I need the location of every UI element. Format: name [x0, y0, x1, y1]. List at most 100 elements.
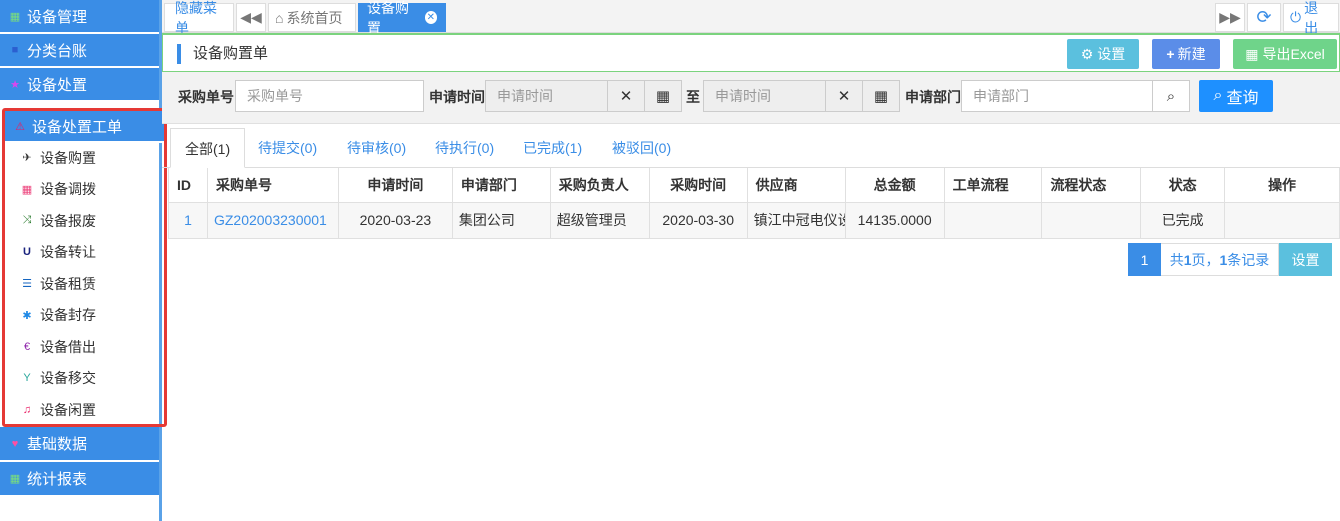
calendar-icon: ▦	[873, 88, 889, 105]
col-purchase-time[interactable]: 采购时间	[648, 168, 748, 203]
sidebar-subitem-label: 设备转让	[40, 244, 96, 261]
summary-mid: 页，	[1191, 251, 1220, 268]
tab-active-label: 设备购置	[367, 0, 409, 36]
tab-home-label: 系统首页	[286, 9, 343, 26]
col-id[interactable]: ID	[168, 168, 208, 203]
export-excel-button[interactable]: ▦ 导出Excel	[1233, 39, 1337, 69]
scroll-right-button[interactable]: ▶▶	[1215, 3, 1245, 32]
summary-suffix: 条记录	[1227, 251, 1270, 268]
sidebar-subitem-idle[interactable]: ♫ 设备闲置	[5, 394, 157, 426]
query-button[interactable]: ⌕ 查询	[1199, 80, 1273, 112]
gear-icon: ⚙	[1080, 45, 1094, 62]
col-flow-status[interactable]: 流程状态	[1041, 168, 1142, 203]
sidebar-subitem-label: 设备租赁	[40, 275, 96, 292]
hide-menu-label: 隐藏菜单	[175, 0, 217, 36]
page-summary: 共 1 页， 1 条记录	[1161, 243, 1279, 276]
sidebar-subitem-label: 设备购置	[40, 149, 96, 166]
col-supplier[interactable]: 供应商	[746, 168, 846, 203]
scroll-left-button[interactable]: ◀◀	[236, 3, 266, 32]
col-status[interactable]: 状态	[1140, 168, 1226, 203]
sidebar-item-stat-report[interactable]: ▦ 统计报表	[0, 462, 159, 497]
tab-pending-submit[interactable]: 待提交(0)	[258, 128, 317, 168]
hide-menu-button[interactable]: 隐藏菜单	[164, 0, 234, 36]
col-amount[interactable]: 总金额	[844, 168, 945, 203]
settings-button[interactable]: ⚙ 设置	[1067, 39, 1139, 69]
table-row[interactable]: 1 GZ202003230001 2020-03-23 集团公司 超级管理员 2…	[168, 201, 1340, 239]
summary-prefix: 共	[1169, 251, 1184, 268]
tab-pending-review[interactable]: 待审核(0)	[347, 128, 406, 168]
sidebar-item-label: 基础数据	[27, 436, 88, 453]
sidebar-item-disposal-workorder[interactable]: ⚠ 设备处置工单	[5, 111, 164, 143]
date-from-input[interactable]: 申请时间	[485, 80, 608, 112]
tab-pending-execute[interactable]: 待执行(0)	[435, 128, 494, 168]
tab-rejected[interactable]: 被驳回(0)	[612, 128, 671, 168]
col-order-no[interactable]: 采购单号	[206, 168, 339, 203]
grid-icon: ▦	[9, 473, 21, 485]
sidebar-item-label: 设备管理	[27, 8, 88, 26]
sidebar-item-device-management[interactable]: ▦ 设备管理	[0, 0, 159, 34]
sidebar-subitem-label: 设备借出	[40, 338, 96, 355]
double-chevron-left-icon: ◀◀	[240, 9, 262, 25]
sidebar-subitem-label: 设备移交	[40, 370, 96, 387]
music-icon: ♫	[22, 403, 32, 416]
list-icon: ☰	[22, 278, 32, 291]
calendar-icon: ▦	[655, 88, 671, 105]
col-workflow[interactable]: 工单流程	[943, 168, 1043, 203]
order-no-input[interactable]: 采购单号	[235, 80, 424, 112]
refresh-icon: ⟳	[1256, 7, 1272, 27]
sidebar-subitem-transfer-alloc[interactable]: ▦ 设备调拨	[5, 174, 157, 206]
magnet-icon: U	[23, 246, 31, 259]
cell-purchase-time: 2020-03-30	[648, 201, 748, 239]
tab-all[interactable]: 全部(1)	[170, 128, 246, 168]
dept-search-button[interactable]: ⌕	[1152, 80, 1190, 112]
dept-input[interactable]: 申请部门	[961, 80, 1153, 112]
pagination: 1 共 1 页， 1 条记录 设置	[1128, 243, 1332, 276]
tab-completed[interactable]: 已完成(1)	[523, 128, 582, 168]
sidebar-subitem-assign[interactable]: U 设备转让	[5, 237, 157, 269]
clear-date-from-button[interactable]: ✕	[607, 80, 645, 112]
search-icon: ⌕	[1166, 87, 1176, 105]
page-button[interactable]: 1	[1128, 243, 1161, 276]
sidebar-subitem-seal[interactable]: ✱ 设备封存	[5, 300, 157, 332]
sidebar-item-basic-data[interactable]: ♥ 基础数据	[0, 427, 159, 462]
sidebar-subitem-purchase[interactable]: ✈ 设备购置	[5, 142, 157, 174]
tab-device-purchase[interactable]: 设备购置 ✕	[358, 0, 446, 36]
sidebar-subitem-handover[interactable]: Y 设备移交	[5, 363, 157, 395]
sidebar-subitem-lend[interactable]: € 设备借出	[5, 331, 157, 363]
sidebar-item-category-ledger[interactable]: ■ 分类台账	[0, 34, 159, 68]
new-label: 新建	[1177, 46, 1206, 62]
logout-button[interactable]: ⏻ 退出	[1283, 0, 1339, 36]
sidebar-subitem-lease[interactable]: ☰ 设备租赁	[5, 268, 157, 300]
to-label: 至	[686, 89, 700, 105]
col-dept[interactable]: 申请部门	[451, 168, 551, 203]
sidebar-item-device-disposal[interactable]: ★ 设备处置	[0, 68, 159, 102]
cell-buyer: 超级管理员	[549, 201, 650, 239]
pager-settings-button[interactable]: 设置	[1279, 243, 1332, 276]
col-apply-time[interactable]: 申请时间	[337, 168, 453, 203]
sidebar-item-label: 统计报表	[27, 471, 88, 488]
filter-icon: Y	[23, 372, 31, 385]
date-to-input[interactable]: 申请时间	[703, 80, 826, 112]
sidebar-subitem-label: 设备封存	[40, 307, 96, 324]
total-pages: 1	[1183, 251, 1192, 268]
calendar-from-button[interactable]: ▦	[644, 80, 682, 112]
tab-home[interactable]: ⌂ 系统首页	[268, 3, 356, 32]
sidebar-item-label: 分类台账	[27, 42, 88, 60]
col-action[interactable]: 操作	[1224, 168, 1340, 203]
close-icon: ✕	[837, 88, 851, 105]
cell-order-no-link[interactable]: GZ202003230001	[206, 201, 339, 239]
sidebar-subitem-scrap[interactable]: ⤨ 设备报废	[5, 205, 157, 237]
clear-date-to-button[interactable]: ✕	[825, 80, 863, 112]
cell-workflow	[943, 201, 1043, 239]
calendar-to-button[interactable]: ▦	[862, 80, 900, 112]
apply-time-label: 申请时间	[429, 89, 485, 105]
status-tabs: 全部(1) 待提交(0) 待审核(0) 待执行(0) 已完成(1) 被驳回(0)	[162, 124, 1340, 168]
close-icon[interactable]: ✕	[424, 11, 437, 24]
cell-supplier: 镇江中冠电仪设	[746, 201, 846, 239]
euro-icon: €	[23, 340, 31, 353]
refresh-button[interactable]: ⟳	[1247, 3, 1281, 32]
col-buyer[interactable]: 采购负责人	[549, 168, 650, 203]
new-button[interactable]: + 新建	[1152, 39, 1220, 69]
grid-icon: ▦	[9, 10, 21, 23]
plane-icon: ✈	[22, 152, 32, 165]
